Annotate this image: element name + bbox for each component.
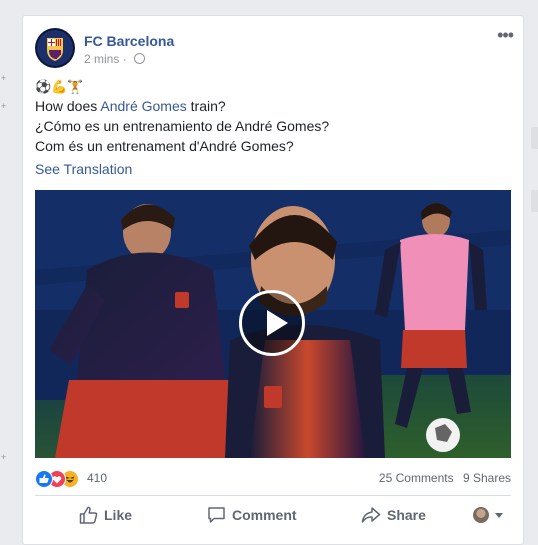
left-gutter: + + +: [0, 0, 22, 537]
page-avatar[interactable]: [35, 28, 75, 68]
player-mention-link[interactable]: André Gomes: [100, 98, 186, 114]
video-player[interactable]: [35, 190, 511, 458]
right-edge: [528, 0, 538, 537]
comment-icon: [208, 507, 225, 523]
like-reaction-icon: [35, 470, 53, 488]
shares-count-link[interactable]: 9 Shares: [463, 471, 511, 485]
globe-icon[interactable]: [134, 53, 146, 64]
post-timestamp[interactable]: 2 mins: [84, 52, 119, 66]
play-icon: [267, 310, 288, 336]
post-stats: 25 Comments 9 Shares: [379, 471, 511, 485]
share-label: Share: [387, 507, 426, 523]
caret-down-icon[interactable]: [495, 513, 503, 518]
post-text-line-3: Com és un entrenament d'André Gomes?: [35, 138, 294, 154]
like-button[interactable]: Like: [79, 500, 132, 530]
like-icon: [79, 506, 98, 524]
comment-label: Comment: [232, 507, 297, 523]
post-text-line-1: How does André Gomes train?: [35, 96, 226, 116]
like-label: Like: [104, 507, 133, 523]
see-translation-link[interactable]: See Translation: [35, 161, 132, 177]
right-tab[interactable]: [531, 190, 538, 212]
play-button[interactable]: [239, 290, 305, 356]
post-text-suffix: train?: [186, 98, 226, 114]
share-button[interactable]: Share: [361, 500, 426, 530]
post-text-line-2: ¿Cómo es un entrenamiento de André Gomes…: [35, 118, 330, 134]
gutter-marker: +: [1, 452, 7, 462]
more-icon[interactable]: •••: [497, 26, 514, 44]
comments-count-link[interactable]: 25 Comments: [379, 471, 454, 485]
post-card: FC Barcelona 2 mins · ••• ⚽💪🏋 How does A…: [22, 15, 524, 545]
actions-divider: [35, 495, 511, 496]
post-emojis: ⚽💪🏋: [35, 79, 84, 94]
post-text-prefix: How does: [35, 98, 101, 114]
viewer-avatar[interactable]: [473, 507, 489, 523]
post-actions-bar: Like Comment Share: [35, 500, 511, 530]
reactions-count[interactable]: 410: [87, 471, 107, 485]
page-name-link[interactable]: FC Barcelona: [84, 33, 174, 49]
right-tab[interactable]: [531, 127, 538, 149]
share-icon: [361, 507, 381, 523]
post-meta: 2 mins ·: [84, 52, 146, 66]
fcb-crest-icon: [37, 30, 73, 66]
gutter-marker: +: [1, 101, 7, 111]
comment-button[interactable]: Comment: [207, 500, 297, 530]
gutter-marker: +: [1, 73, 7, 83]
